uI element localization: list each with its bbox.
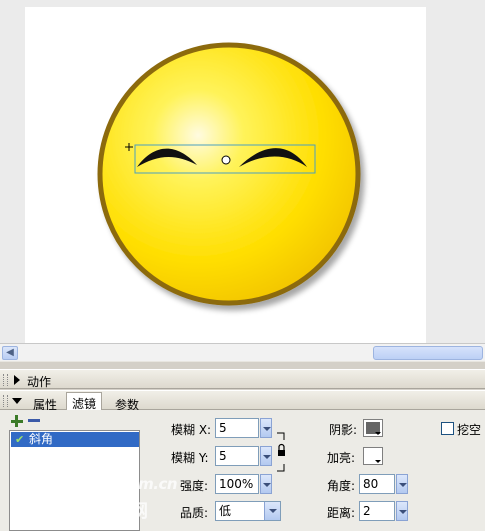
angle-dropdown-icon[interactable] xyxy=(396,474,408,494)
face-circle[interactable] xyxy=(97,42,361,306)
remove-filter-icon[interactable] xyxy=(28,419,40,422)
panel-divider xyxy=(0,361,485,368)
tab-filters[interactable]: 滤镜 xyxy=(66,392,103,411)
watermark-text: PConline xyxy=(10,470,115,495)
strength-label: 强度: xyxy=(180,479,209,493)
filter-list-item[interactable]: ✔ 斜角 xyxy=(11,432,139,447)
watermark-domain: .com.cn xyxy=(114,475,178,493)
properties-panel-header: 属性 滤镜 参数 xyxy=(0,390,485,412)
quality-label: 品质: xyxy=(180,506,209,520)
actions-panel-title[interactable]: 动作 xyxy=(27,373,51,390)
swatch-arrow-icon xyxy=(375,432,381,435)
blur-y-dropdown-icon[interactable] xyxy=(260,446,272,466)
expand-arrow-icon[interactable] xyxy=(14,375,20,385)
knockout-label[interactable]: 挖空 xyxy=(457,421,481,438)
watermark-subtitle: 太平洋电脑网 xyxy=(10,501,154,522)
scroll-thumb[interactable] xyxy=(373,346,483,360)
actions-panel-header[interactable]: 动作 xyxy=(0,369,485,389)
chevron-down-icon[interactable] xyxy=(264,502,280,520)
blur-x-label: 模糊 X: xyxy=(171,423,212,437)
distance-field[interactable]: 2 xyxy=(359,501,395,521)
shadow-color-swatch[interactable] xyxy=(363,419,383,437)
tab-properties[interactable]: 属性 xyxy=(27,393,63,412)
collapse-arrow-icon[interactable] xyxy=(12,398,22,404)
distance-label: 距离: xyxy=(327,506,356,520)
quality-select[interactable]: 低 xyxy=(215,501,281,521)
swatch-arrow-icon xyxy=(375,460,381,463)
quality-value: 低 xyxy=(219,504,232,518)
grip-icon[interactable] xyxy=(3,395,8,407)
lock-icon[interactable] xyxy=(276,432,286,472)
blur-y-field[interactable]: 5 xyxy=(215,446,259,466)
scroll-left-icon[interactable]: ◀ xyxy=(2,346,18,360)
angle-field[interactable]: 80 xyxy=(359,474,395,494)
watermark-logo: PConline.com.cn xyxy=(10,470,178,495)
check-icon[interactable]: ✔ xyxy=(15,432,24,447)
distance-dropdown-icon[interactable] xyxy=(396,501,408,521)
transform-point[interactable] xyxy=(221,155,231,165)
strength-dropdown-icon[interactable] xyxy=(260,474,272,494)
highlight-label: 加亮: xyxy=(327,451,356,465)
blur-x-dropdown-icon[interactable] xyxy=(260,418,272,438)
shadow-label: 阴影: xyxy=(329,423,358,437)
blur-y-label: 模糊 Y: xyxy=(171,451,209,465)
highlight-color-swatch[interactable] xyxy=(363,447,383,465)
grip-icon[interactable] xyxy=(3,374,8,386)
angle-label: 角度: xyxy=(327,479,356,493)
smiley-artwork[interactable] xyxy=(25,7,426,343)
filter-item-label: 斜角 xyxy=(29,432,54,446)
stage-area xyxy=(0,0,485,343)
stage-canvas[interactable] xyxy=(25,7,426,343)
tab-parameters[interactable]: 参数 xyxy=(109,393,145,412)
strength-field[interactable]: 100% xyxy=(215,474,259,494)
blur-x-field[interactable]: 5 xyxy=(215,418,259,438)
add-filter-icon[interactable] xyxy=(10,414,24,428)
knockout-checkbox[interactable] xyxy=(441,422,454,435)
horizontal-scrollbar[interactable]: ◀ xyxy=(0,343,485,361)
